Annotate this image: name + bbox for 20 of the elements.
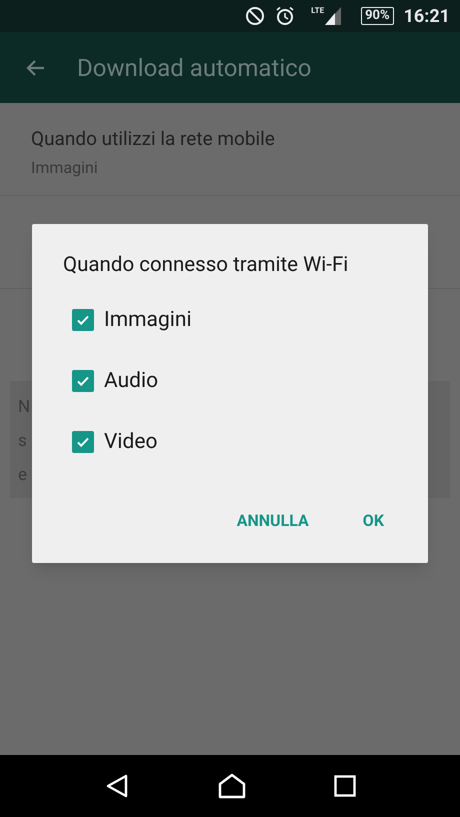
home-icon[interactable] xyxy=(218,773,246,799)
checkbox[interactable] xyxy=(72,370,94,392)
battery-indicator: 90% xyxy=(361,7,394,25)
signal-icon xyxy=(325,7,342,25)
dialog-title: Quando connesso tramite Wi-Fi xyxy=(63,252,348,279)
alarm-icon xyxy=(275,6,296,26)
checkbox[interactable] xyxy=(72,309,94,332)
dialog-button[interactable]: ANNULLA xyxy=(220,505,325,537)
option-label: Video xyxy=(104,428,158,456)
option-label: Audio xyxy=(104,368,158,394)
setting-title: Quando utilizzi la rete mobile xyxy=(31,126,276,152)
back-icon[interactable] xyxy=(104,773,130,799)
do-not-disturb-icon xyxy=(245,6,266,26)
clock: 16:21 xyxy=(404,4,450,28)
network-type: LTE xyxy=(311,7,324,15)
dialog-button[interactable]: OK xyxy=(346,505,400,537)
checkbox[interactable] xyxy=(72,431,94,454)
toolbar-title: Download automatico xyxy=(77,52,312,84)
option-label: Immagini xyxy=(104,306,192,334)
recents-icon[interactable] xyxy=(334,775,356,797)
